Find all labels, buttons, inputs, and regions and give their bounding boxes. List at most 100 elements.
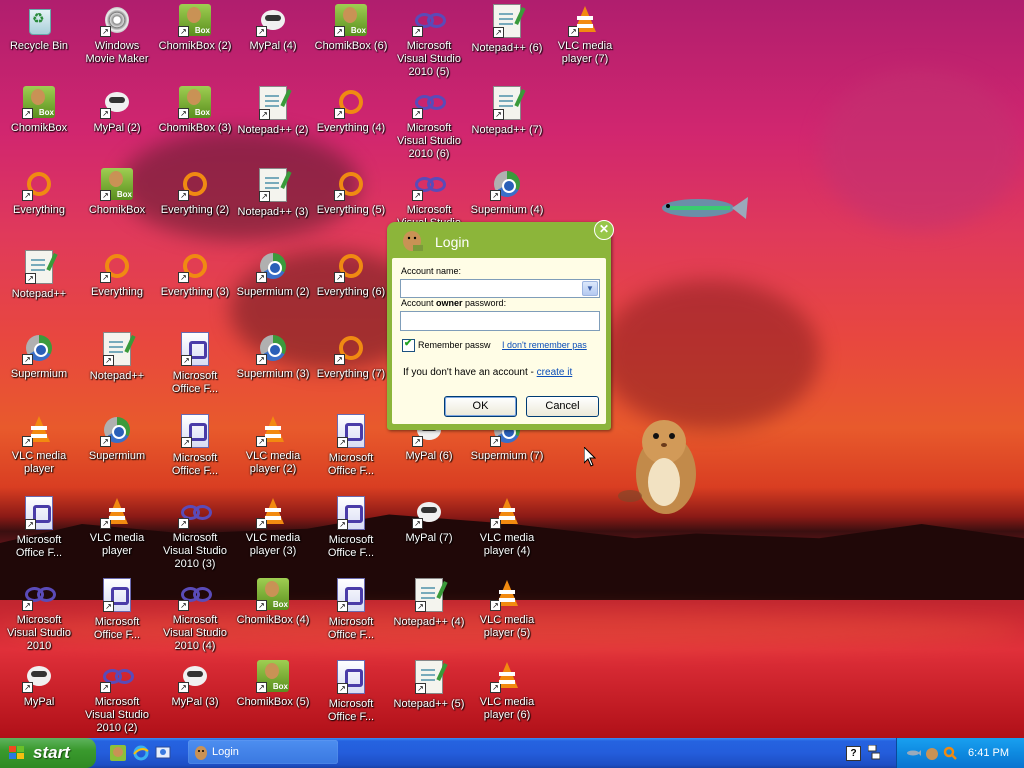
close-icon: ✕ [598, 222, 610, 236]
desktop-icon-supermium[interactable]: ↗ Supermium (2) [234, 246, 312, 299]
desktop-icon-mypal[interactable]: ↗ MyPal (7) [390, 492, 468, 545]
desktop-icon-mypal[interactable]: ↗ MyPal [0, 656, 78, 709]
desktop-icon-notepad[interactable]: ↗ Notepad++ (2) [234, 82, 312, 137]
desktop-icon-supermium[interactable]: ↗ Supermium [0, 328, 78, 381]
desktop-icon-vs[interactable]: ↗ Microsoft Visual Studio 2010 (2) [78, 656, 156, 735]
shortcut-arrow-icon: ↗ [334, 190, 345, 201]
desktop-icon-vs[interactable]: ↗ Microsoft Visual Studio 2010 (6) [390, 82, 468, 161]
desktop-icon-vlc[interactable]: ↗ VLC media player [78, 492, 156, 558]
desktop-icon-label: Microsoft Visual Studio 2010 (5) [396, 40, 461, 78]
ok-button[interactable]: OK [444, 396, 517, 417]
desktop-icon-label: VLC media player (4) [479, 532, 535, 557]
desktop-icon-supermium[interactable]: ↗ Supermium (3) [234, 328, 312, 381]
desktop-icon-chomik[interactable]: ↗ ChomikBox (6) [312, 0, 390, 53]
desktop-icon-vlc[interactable]: ↗ VLC media player (3) [234, 492, 312, 558]
shortcut-arrow-icon: ↗ [337, 601, 348, 612]
desktop-icon-recycle[interactable]: Recycle Bin [0, 0, 78, 53]
desktop-icon-everything[interactable]: ↗ Everything (5) [312, 164, 390, 217]
desktop-icon-vlc[interactable]: ↗ VLC media player (7) [546, 0, 624, 66]
desktop-icon-office[interactable]: ↗ Microsoft Office F... [0, 492, 78, 560]
internet-explorer-quicklaunch-icon[interactable] [133, 745, 149, 761]
desktop-icon-notepad[interactable]: ↗ Notepad++ [0, 246, 78, 301]
desktop-icon-label: Microsoft Office F... [93, 616, 141, 641]
desktop-quicklaunch-icon[interactable] [155, 745, 171, 761]
desktop-icon-label: Notepad++ [11, 288, 67, 300]
desktop-icon-office[interactable]: ↗ Microsoft Office F... [312, 410, 390, 478]
chomikbox-quicklaunch-icon[interactable] [110, 745, 126, 761]
desktop-icon-supermium[interactable]: ↗ Supermium (4) [468, 164, 546, 217]
desktop-icon-moviemaker[interactable]: ↗ Windows Movie Maker [78, 0, 156, 66]
desktop-icon-notepad[interactable]: ↗ Notepad++ [78, 328, 156, 383]
remember-password-label[interactable]: Remember passw [418, 340, 491, 350]
vlc-icon: ↗ [568, 4, 601, 37]
help-icon[interactable]: ? [846, 746, 861, 761]
desktop-icon-mypal[interactable]: ↗ MyPal (3) [156, 656, 234, 709]
desktop-icon-vlc[interactable]: ↗ VLC media player (6) [468, 656, 546, 722]
desktop-icon-notepad[interactable]: ↗ Notepad++ (6) [468, 0, 546, 55]
account-name-dropdown[interactable]: ▼ [400, 279, 600, 298]
desktop-icon-office[interactable]: ↗ Microsoft Office F... [312, 656, 390, 724]
desktop-icon-label: Supermium [10, 368, 68, 380]
desktop-icon-office[interactable]: ↗ Microsoft Office F... [156, 410, 234, 478]
desktop-icon-vs[interactable]: ↗ Microsoft Visual Studio 2010 (5) [390, 0, 468, 79]
desktop-icon-vlc[interactable]: ↗ VLC media player (2) [234, 410, 312, 476]
forgot-password-link[interactable]: I don't remember pas [502, 340, 587, 350]
desktop-icon-vlc[interactable]: ↗ VLC media player [0, 410, 78, 476]
desktop-icon-label: Microsoft Visual Studio 2010 (2) [84, 696, 149, 734]
desktop-icon-chomik[interactable]: ↗ ChomikBox [0, 82, 78, 135]
password-input[interactable] [400, 311, 600, 331]
desktop-icon-label: Everything (4) [316, 122, 386, 134]
desktop-icon-vlc[interactable]: ↗ VLC media player (4) [468, 492, 546, 558]
desktop-icon-notepad[interactable]: ↗ Notepad++ (7) [468, 82, 546, 137]
desktop-icon-chomik[interactable]: ↗ ChomikBox [78, 164, 156, 217]
desktop-icon-label: Microsoft Visual Studio 2010 [6, 614, 71, 652]
desktop-icon-chomik[interactable]: ↗ ChomikBox (3) [156, 82, 234, 135]
fish-tray-icon[interactable] [907, 746, 921, 760]
taskbar-window-login[interactable]: Login [188, 740, 338, 764]
everything-tray-icon[interactable] [943, 746, 957, 760]
clock[interactable]: 6:41 PM [968, 738, 1009, 768]
desktop-icon-notepad[interactable]: ↗ Notepad++ (4) [390, 574, 468, 629]
desktop-icon-label: ChomikBox (5) [236, 696, 310, 708]
desktop-icon-notepad[interactable]: ↗ Notepad++ (3) [234, 164, 312, 219]
desktop-icon-vlc[interactable]: ↗ VLC media player (5) [468, 574, 546, 640]
desktop-icon-everything[interactable]: ↗ Everything (6) [312, 246, 390, 299]
desktop-icon-everything[interactable]: ↗ Everything [78, 246, 156, 299]
desktop-icon-vs[interactable]: ↗ Microsoft Visual Studio 2010 [0, 574, 78, 653]
desktop-icon-label: VLC media player (6) [479, 696, 535, 721]
desktop-icon-vs[interactable]: ↗ Microsoft Visual Studio 2010 (4) [156, 574, 234, 653]
desktop-icon-notepad[interactable]: ↗ Notepad++ (5) [390, 656, 468, 711]
desktop-icon-chomik[interactable]: ↗ ChomikBox (2) [156, 0, 234, 53]
remember-password-checkbox[interactable]: ✔ [402, 338, 415, 352]
desktop-icon-label: Windows Movie Maker [85, 40, 149, 65]
desktop-icon-everything[interactable]: ↗ Everything (4) [312, 82, 390, 135]
chevron-down-icon[interactable]: ▼ [582, 281, 598, 296]
desktop-icon-supermium[interactable]: ↗ Supermium [78, 410, 156, 463]
desktop-icon-office[interactable]: ↗ Microsoft Office F... [312, 492, 390, 560]
desktop-icon-everything[interactable]: ↗ Everything (3) [156, 246, 234, 299]
login-titlebar[interactable]: Login ✕ [387, 220, 614, 258]
network-icon[interactable] [868, 745, 880, 761]
desktop-icon-chomik[interactable]: ↗ ChomikBox (5) [234, 656, 312, 709]
create-account-link[interactable]: create it [537, 367, 573, 378]
desktop-icon-office[interactable]: ↗ Microsoft Office F... [78, 574, 156, 642]
desktop-icon-mypal[interactable]: ↗ MyPal (2) [78, 82, 156, 135]
desktop-icon-label: MyPal (2) [93, 122, 141, 134]
start-button[interactable]: start [0, 738, 96, 768]
desktop-icon-office[interactable]: ↗ Microsoft Office F... [156, 328, 234, 396]
hamster-tray-icon[interactable] [925, 746, 939, 760]
shortcut-arrow-icon: ↗ [181, 437, 192, 448]
close-button[interactable]: ✕ [594, 220, 614, 240]
desktop-icon-mypal[interactable]: ↗ MyPal (4) [234, 0, 312, 53]
desktop-icon-label: Microsoft Visual Studio 2010 (6) [396, 122, 461, 160]
desktop-icon-vs[interactable]: ↗ Microsoft Visual Studio 2010 (3) [156, 492, 234, 571]
desktop-icon-chomik[interactable]: ↗ ChomikBox (4) [234, 574, 312, 627]
desktop-pet-fish [662, 197, 748, 219]
cancel-button[interactable]: Cancel [526, 396, 599, 417]
desktop-icon-label: Microsoft Office F... [327, 534, 375, 559]
shortcut-arrow-icon: ↗ [22, 682, 33, 693]
desktop-icon-office[interactable]: ↗ Microsoft Office F... [312, 574, 390, 642]
desktop-icon-everything[interactable]: ↗ Everything [0, 164, 78, 217]
desktop-icon-everything[interactable]: ↗ Everything (2) [156, 164, 234, 217]
desktop-icon-everything[interactable]: ↗ Everything (7) [312, 328, 390, 381]
